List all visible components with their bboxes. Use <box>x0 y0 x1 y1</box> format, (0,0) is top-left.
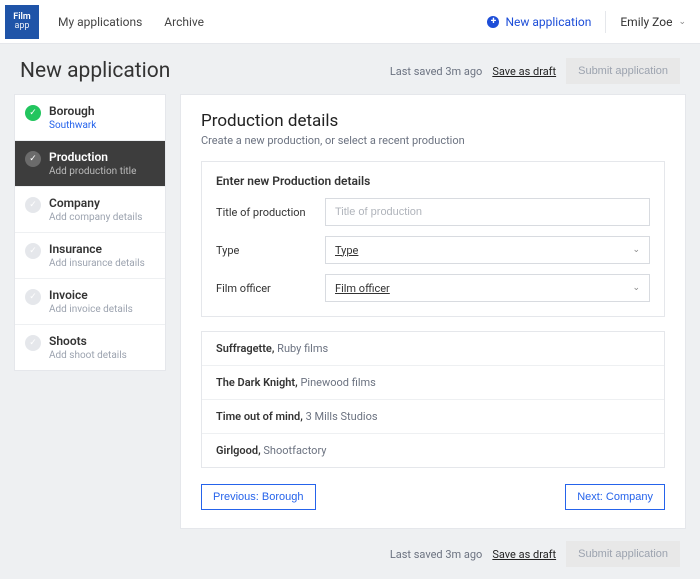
officer-placeholder: Film officer <box>335 282 390 295</box>
step-company[interactable]: Company Add company details <box>15 187 165 233</box>
main-panel: Production details Create a new producti… <box>180 94 686 529</box>
chevron-down-icon: ⌄ <box>678 17 686 27</box>
step-title: Production <box>49 150 136 164</box>
nav-links: My applications Archive <box>58 15 204 29</box>
step-insurance[interactable]: Insurance Add insurance details <box>15 233 165 279</box>
new-application-link[interactable]: + New application <box>487 15 591 29</box>
nav-archive[interactable]: Archive <box>164 15 204 29</box>
step-status-icon <box>25 243 41 259</box>
chevron-down-icon: ⌄ <box>632 245 640 255</box>
officer-select[interactable]: Film officer ⌄ <box>325 274 650 302</box>
section-subtitle: Create a new production, or select a rec… <box>201 134 665 147</box>
previous-button[interactable]: Previous: Borough <box>201 484 316 510</box>
last-saved-text: Last saved 3m ago <box>390 65 483 78</box>
type-placeholder: Type <box>335 244 358 257</box>
section-heading: Production details <box>201 111 665 131</box>
step-subtitle: Add company details <box>49 212 142 223</box>
chevron-down-icon: ⌄ <box>632 283 640 293</box>
step-subtitle: Add invoice details <box>49 304 133 315</box>
step-borough[interactable]: Borough Southwark <box>15 95 165 141</box>
step-subtitle: Southwark <box>49 120 96 131</box>
pager: Previous: Borough Next: Company <box>201 484 665 510</box>
type-select[interactable]: Type ⌄ <box>325 236 650 264</box>
step-invoice[interactable]: Invoice Add invoice details <box>15 279 165 325</box>
header-actions: Last saved 3m ago Save as draft Submit a… <box>390 58 680 84</box>
officer-label: Film officer <box>216 282 311 295</box>
step-production[interactable]: Production Add production title <box>15 141 165 187</box>
user-menu[interactable]: Emily Zoe ⌄ <box>620 15 686 29</box>
step-title: Borough <box>49 104 96 118</box>
step-title: Insurance <box>49 242 145 256</box>
page-footer: Last saved 3m ago Save as draft Submit a… <box>0 529 700 579</box>
step-subtitle: Add production title <box>49 166 136 177</box>
new-application-label: New application <box>505 15 591 29</box>
recent-production-item[interactable]: Girlgood, Shootfactory <box>202 434 664 467</box>
type-label: Type <box>216 244 311 257</box>
nav-my-applications[interactable]: My applications <box>58 15 142 29</box>
recent-production-item[interactable]: Suffragette, Ruby films <box>202 332 664 366</box>
recent-production-item[interactable]: The Dark Knight, Pinewood films <box>202 366 664 400</box>
page-title: New application <box>20 59 170 83</box>
user-name: Emily Zoe <box>620 15 672 29</box>
recent-productions-list: Suffragette, Ruby filmsThe Dark Knight, … <box>201 331 665 468</box>
save-as-draft-link[interactable]: Save as draft <box>492 65 556 78</box>
step-subtitle: Add shoot details <box>49 350 127 361</box>
step-title: Company <box>49 196 142 210</box>
app-logo: Film app <box>5 5 39 39</box>
step-title: Invoice <box>49 288 133 302</box>
last-saved-text: Last saved 3m ago <box>390 548 483 561</box>
submit-application-button[interactable]: Submit application <box>566 541 680 567</box>
plus-icon: + <box>487 16 499 28</box>
step-title: Shoots <box>49 334 127 348</box>
step-shoots[interactable]: Shoots Add shoot details <box>15 325 165 370</box>
steps-sidebar: Borough Southwark Production Add production… <box>14 94 166 371</box>
next-button[interactable]: Next: Company <box>565 484 665 510</box>
panel-title: Enter new Production details <box>216 174 650 188</box>
separator <box>605 11 606 33</box>
title-input-wrapper[interactable] <box>325 198 650 226</box>
save-as-draft-link[interactable]: Save as draft <box>492 548 556 561</box>
step-subtitle: Add insurance details <box>49 258 145 269</box>
title-input[interactable] <box>335 206 640 218</box>
production-form-panel: Enter new Production details Title of pr… <box>201 161 665 317</box>
recent-production-item[interactable]: Time out of mind, 3 Mills Studios <box>202 400 664 434</box>
page-header: New application Last saved 3m ago Save a… <box>0 44 700 94</box>
top-navbar: Film app My applications Archive + New a… <box>0 0 700 44</box>
submit-application-button[interactable]: Submit application <box>566 58 680 84</box>
step-status-icon <box>25 289 41 305</box>
step-status-icon <box>25 105 41 121</box>
step-status-icon <box>25 335 41 351</box>
title-label: Title of production <box>216 206 311 219</box>
step-status-icon <box>25 151 41 167</box>
step-status-icon <box>25 197 41 213</box>
